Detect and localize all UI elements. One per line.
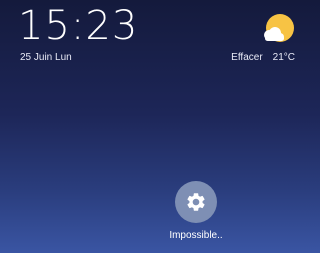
weather-info: Effacer 21°C <box>231 52 295 63</box>
weather-condition: Effacer <box>231 52 263 63</box>
app-icon[interactable] <box>175 181 217 223</box>
gear-icon <box>187 193 205 211</box>
app-label: Impossible.. <box>169 230 223 241</box>
partly-sunny-icon <box>264 14 294 42</box>
app-shortcut[interactable]: Impossible.. <box>158 181 234 241</box>
clock-time: 15:23 <box>18 3 139 49</box>
weather-temperature: 21°C <box>272 52 295 63</box>
date-label: 25 Juin Lun <box>20 52 72 63</box>
